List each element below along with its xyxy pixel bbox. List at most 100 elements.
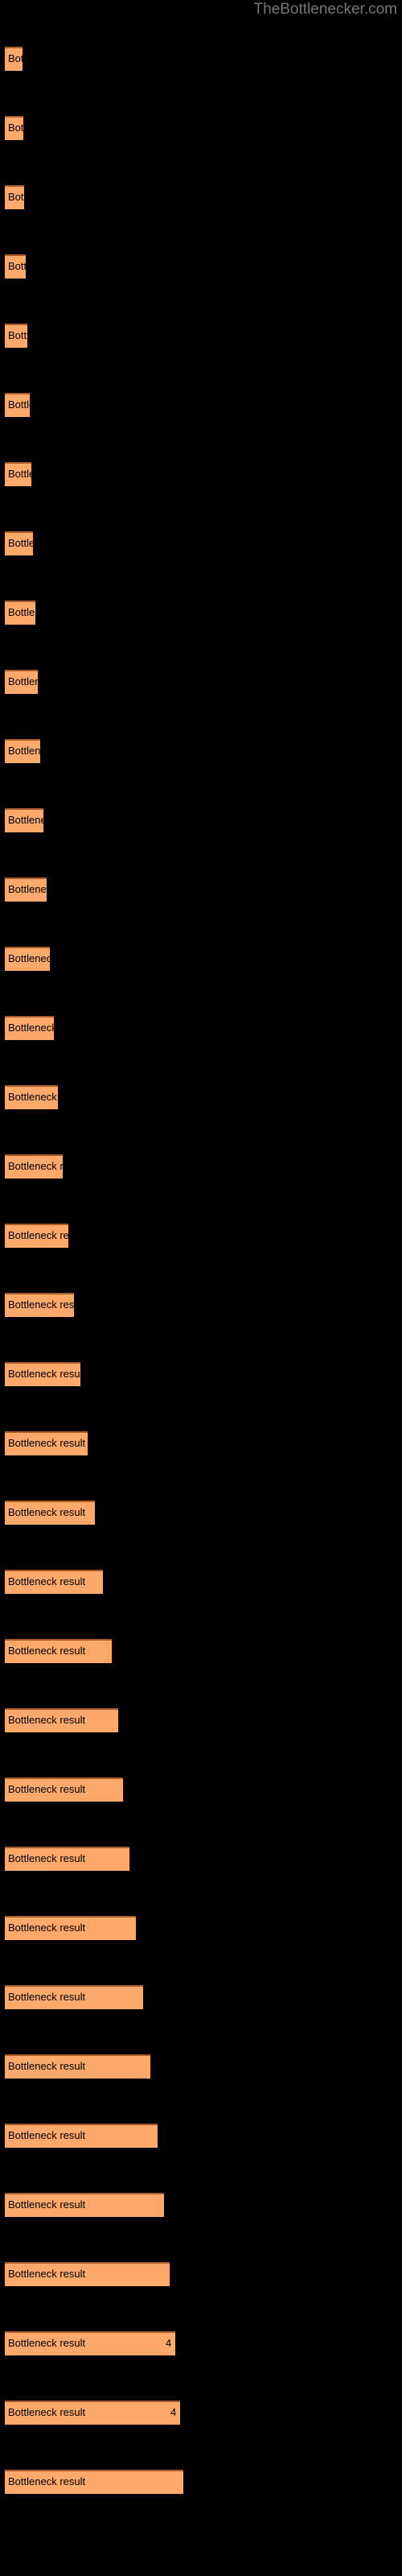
bar-row: Bottleneck result [5,324,27,348]
bar-label-clip: Bottleneck result [5,1154,63,1179]
bar-label-clip: Bottleneck result [5,1501,95,1525]
bar-label: Bottleneck result [8,1783,86,1795]
bar-label-clip: Bottleneck result [5,1639,112,1663]
bar-row: Bottleneck result [5,1154,63,1179]
bar-label: Bottleneck result [8,2406,86,2418]
bar-label-clip: Bottleneck result [5,2124,158,2148]
bar-row: Bottleneck result [5,808,43,832]
bar-label: Bottleneck result [8,1852,86,1864]
bar-label-clip: Bottleneck result [5,324,27,348]
bar-label: Bottleneck result [8,1714,86,1726]
bar-label-clip: Bottleneck result [5,116,23,140]
bar-label: Bottleneck result [8,2475,86,2487]
bar-label-clip: Bottleneck result [5,1916,136,1940]
bar-label-clip: Bottleneck result [5,1085,58,1109]
bar-label-clip: Bottleneck result [5,739,40,763]
bar-row: Bottleneck result 4 [5,2331,175,2355]
bar-label: Bottleneck result [8,1991,86,2003]
bar-row: Bottleneck result [5,462,31,486]
bar-label-clip: Bottleneck result [5,877,47,902]
bar-row: Bottleneck result [5,2470,183,2494]
bar-label-clip: Bottleneck result [5,2470,183,2494]
bar-label-clip: Bottleneck result [5,601,35,625]
bar-label: Bottleneck result [8,122,23,134]
bar-label-clip: Bottleneck result [5,1016,54,1040]
bar-label-clip: Bottleneck result 4 [5,2331,175,2355]
bar-label: Bottleneck result [8,329,27,341]
bar-label-clip: Bottleneck result [5,1293,74,1317]
bar-row: Bottleneck result [5,1639,112,1663]
bar-row: Bottleneck result [5,670,38,694]
bar-row: Bottleneck result [5,2124,158,2148]
bar-row: Bottleneck result [5,1431,88,1455]
bar-label: Bottleneck result [8,2268,86,2280]
bar-label: Bottleneck result [8,1022,54,1034]
bar-row: Bottleneck result [5,1362,80,1386]
bar-label-clip: Bottleneck result [5,2054,150,2079]
bar-label: Bottleneck result [8,468,31,480]
bar-label: Bottleneck result [8,1922,86,1934]
bar-label-clip: Bottleneck result [5,1985,143,2009]
bar-row: Bottleneck result [5,739,40,763]
bar-label-clip: Bottleneck result [5,1431,88,1455]
bar-label: Bottleneck result [8,52,23,64]
bar-label: Bottleneck result [8,1160,63,1172]
bar-row: Bottleneck result [5,2054,150,2079]
bar-label: Bottleneck result [8,1506,86,1518]
bar-row: Bottleneck result [5,877,47,902]
bar-label: Bottleneck result [8,1091,58,1103]
bar-label: Bottleneck result [8,814,43,826]
bar-label: Bottleneck result [8,2060,86,2072]
bar-label: Bottleneck result [8,1229,68,1241]
bar-label-clip: Bottleneck result [5,1777,123,1802]
bar-label: Bottleneck result [8,1437,86,1449]
bar-label-clip: Bottleneck result [5,254,26,279]
bar-label: Bottleneck result [8,675,38,687]
bar-label-clip: Bottleneck result [5,670,38,694]
bar-label: Bottleneck result [8,2129,86,2141]
bar-row: Bottleneck result [5,1708,118,1732]
bar-label-clip: Bottleneck result [5,2193,164,2217]
bar-value-annotation: 4 [166,2337,172,2349]
bar-row: Bottleneck result 4 [5,2401,180,2425]
bar-row: Bottleneck result [5,116,23,140]
bar-label: Bottleneck result [8,1298,74,1311]
bar-label: Bottleneck result [8,1645,86,1657]
bar-row: Bottleneck result [5,2193,164,2217]
bar-row: Bottleneck result [5,254,26,279]
bar-row: Bottleneck result [5,47,23,71]
bar-row: Bottleneck result [5,393,30,417]
bar-label-clip: Bottleneck result [5,531,33,555]
bar-label-clip: Bottleneck result [5,1708,118,1732]
bar-row: Bottleneck result [5,1916,136,1940]
bar-label-clip: Bottleneck result [5,47,23,71]
bar-label-clip: Bottleneck result [5,1224,68,1248]
bar-label-clip: Bottleneck result [5,462,31,486]
bar-label-clip: Bottleneck result [5,393,30,417]
bar-row: Bottleneck result [5,1501,95,1525]
bar-row: Bottleneck result [5,1085,58,1109]
bar-row: Bottleneck result [5,947,50,971]
bar-label: Bottleneck result [8,2337,86,2349]
bar-label: Bottleneck result [8,883,47,895]
bar-row: Bottleneck result [5,1224,68,1248]
bar-chart: Bottleneck resultBottleneck resultBottle… [0,0,402,2576]
bar-row: Bottleneck result [5,1570,103,1594]
bar-row: Bottleneck result [5,185,24,209]
bar-row: Bottleneck result [5,1847,129,1871]
bar-row: Bottleneck result [5,531,33,555]
bar-label-clip: Bottleneck result [5,185,24,209]
bar-label: Bottleneck result [8,1575,86,1587]
bar-label: Bottleneck result [8,191,24,203]
bar-label-clip: Bottleneck result [5,808,43,832]
bar-label-clip: Bottleneck result 4 [5,2401,180,2425]
bar-label: Bottleneck result [8,745,40,757]
bar-label: Bottleneck result [8,606,35,618]
bar-label-clip: Bottleneck result [5,1362,80,1386]
bar-label-clip: Bottleneck result [5,2262,170,2286]
bar-value-annotation: 4 [170,2406,177,2418]
bar-row: Bottleneck result [5,1777,123,1802]
bar-label: Bottleneck result [8,260,26,272]
bar-label: Bottleneck result [8,952,50,964]
bar-label: Bottleneck result [8,1368,80,1380]
